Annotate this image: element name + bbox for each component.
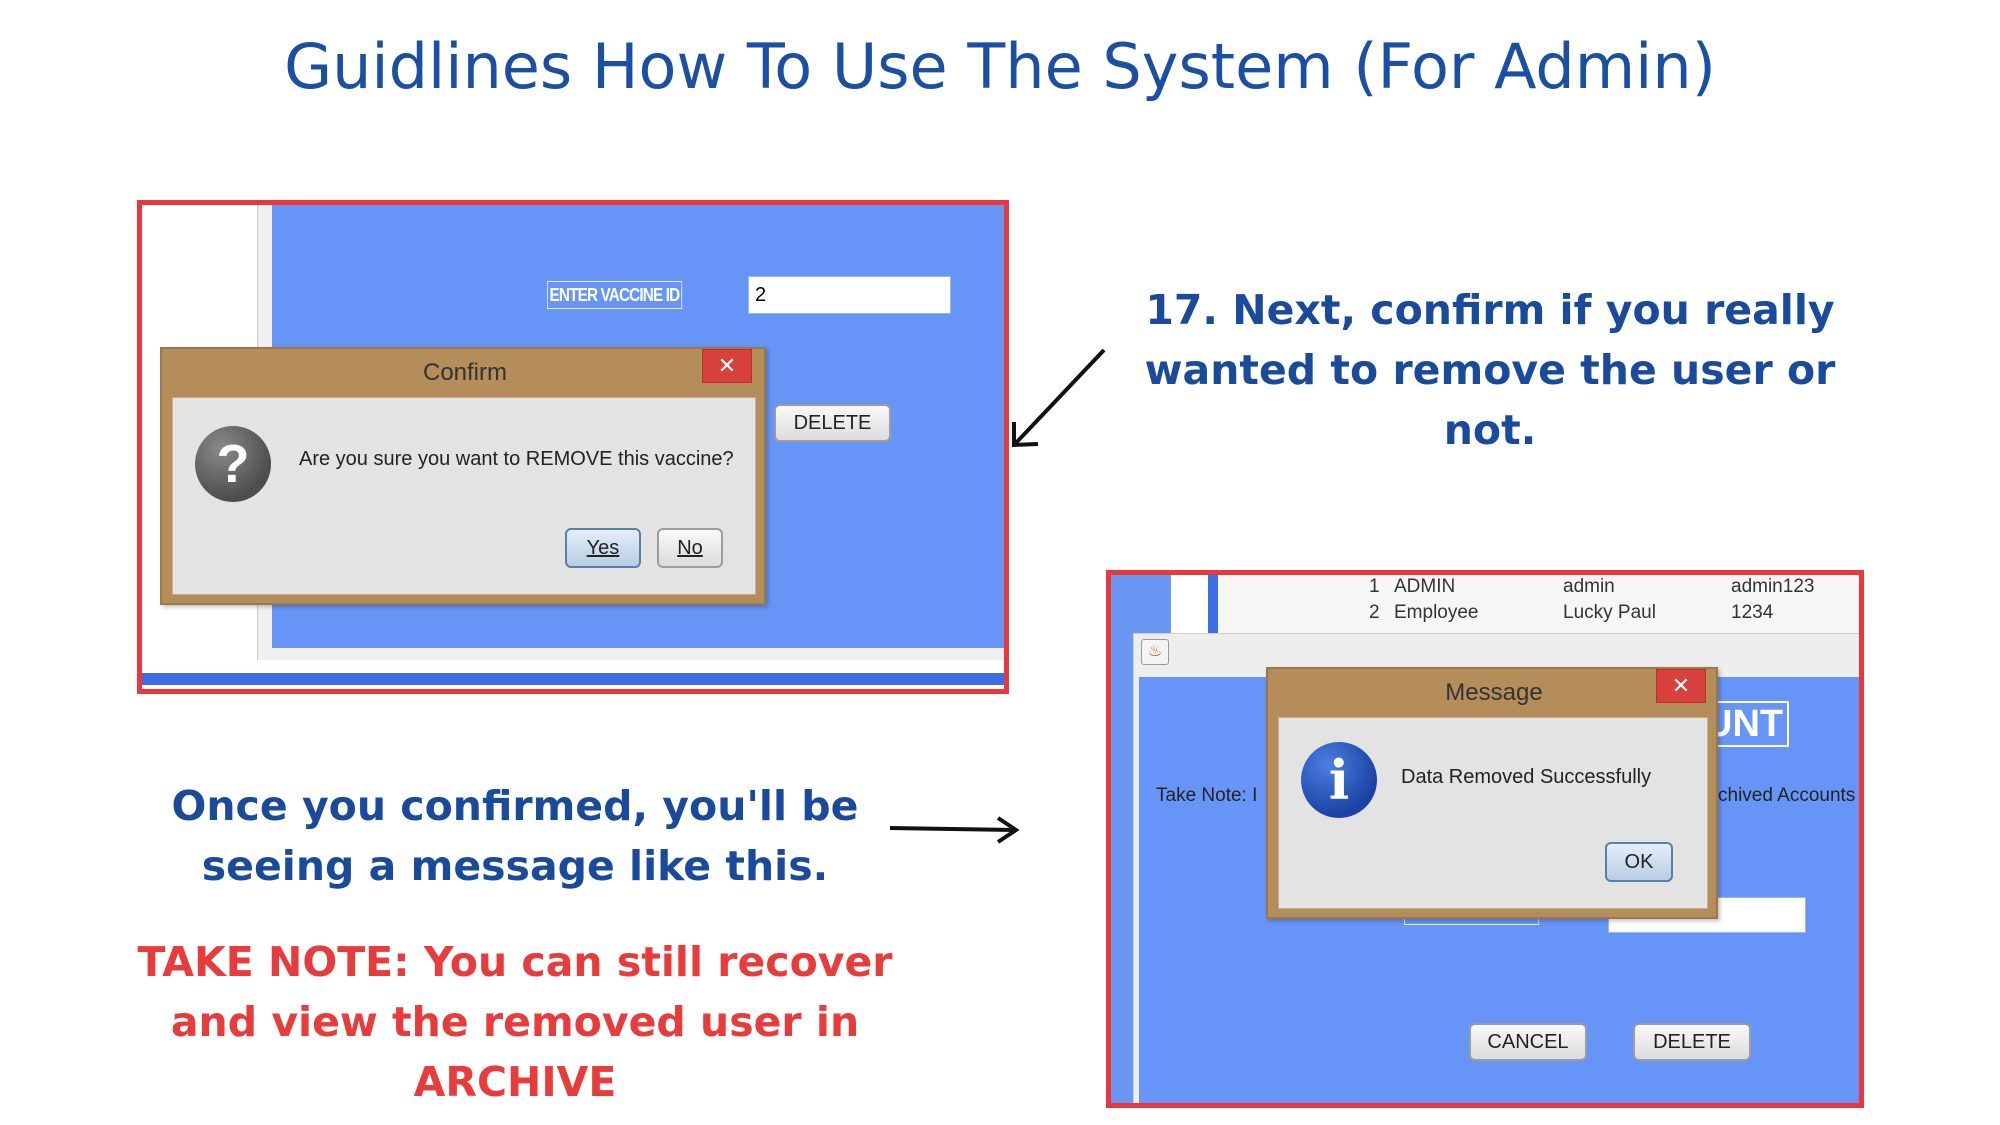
delete-button[interactable]: DELETE — [1633, 1023, 1751, 1061]
table-cell-no: 2 — [1369, 602, 1380, 623]
arrow-to-message — [889, 816, 1020, 844]
message-dialog: Message ✕ i Data Removed Successfully OK — [1266, 667, 1718, 919]
arrow-to-confirm — [1012, 348, 1106, 448]
table-cell-username: Lucky Paul — [1563, 602, 1656, 623]
close-icon[interactable]: ✕ — [702, 349, 752, 383]
table-cell-name: ADMIN — [1394, 576, 1456, 597]
archived-accounts-fragment: Archived Accounts — [1713, 785, 1856, 806]
bottom-strip — [142, 673, 1004, 685]
take-note-line-2: and view the removed user in — [170, 998, 860, 1046]
take-note-fragment: Take Note: I — [1156, 785, 1258, 806]
close-icon[interactable]: ✕ — [1656, 669, 1706, 703]
confirm-dialog: Confirm ✕ ? Are you sure you want to REM… — [160, 347, 766, 605]
vaccine-id-label: ENTER VACCINE ID — [547, 281, 682, 309]
delete-button[interactable]: DELETE — [774, 404, 891, 442]
after-confirm-line-1: Once you confirmed, you'll be — [171, 782, 859, 830]
page-title: Guidlines How To Use The System (For Adm… — [284, 30, 1716, 103]
step-17-line-2: wanted to remove the user or not. — [1144, 346, 1836, 454]
message-dialog-body: i Data Removed Successfully OK — [1278, 717, 1708, 909]
take-note-line-3: ARCHIVE — [413, 1058, 617, 1106]
confirm-dialog-title: Confirm — [422, 359, 507, 386]
java-icon: ♨ — [1141, 639, 1169, 665]
take-note: TAKE NOTE: You can still recover and vie… — [130, 932, 900, 1112]
take-note-line-1: TAKE NOTE: You can still recover — [137, 938, 893, 986]
question-icon: ? — [195, 426, 271, 502]
ok-button[interactable]: OK — [1605, 842, 1673, 882]
table-cell-name: Employee — [1394, 602, 1479, 623]
table-cell-password: admin123 — [1731, 576, 1815, 597]
screenshot-message: 1 ADMIN admin admin123 2 Employee Lucky … — [1106, 570, 1864, 1108]
confirm-message: Are you sure you want to REMOVE this vac… — [299, 448, 734, 470]
step-17-line-1: 17. Next, confirm if you really — [1145, 286, 1835, 334]
message-dialog-title: Message — [1445, 679, 1543, 706]
info-icon: i — [1301, 742, 1377, 818]
yes-button[interactable]: Yes — [565, 528, 641, 568]
vaccine-id-input[interactable]: 2 — [748, 276, 951, 314]
table-row[interactable]: 2 Employee Lucky Paul 1234 — [1211, 601, 1859, 627]
no-button[interactable]: No — [657, 528, 723, 568]
step-17-caption: 17. Next, confirm if you really wanted t… — [1110, 280, 1870, 460]
confirm-dialog-body: ? Are you sure you want to REMOVE this v… — [172, 397, 756, 595]
table-cell-username: admin — [1563, 576, 1615, 597]
after-confirm-caption: Once you confirmed, you'll be seeing a m… — [130, 776, 900, 896]
table-cell-password: 1234 — [1731, 602, 1774, 623]
table-cell-no: 1 — [1369, 576, 1380, 597]
after-confirm-line-2: seeing a message like this. — [201, 842, 829, 890]
cancel-button[interactable]: CANCEL — [1469, 1023, 1587, 1061]
message-text: Data Removed Successfully — [1401, 766, 1652, 788]
screenshot-confirm: ENTER VACCINE ID 2 DELETE Confirm ✕ ? Ar… — [137, 200, 1009, 694]
table-row[interactable]: 1 ADMIN admin admin123 — [1211, 575, 1859, 601]
